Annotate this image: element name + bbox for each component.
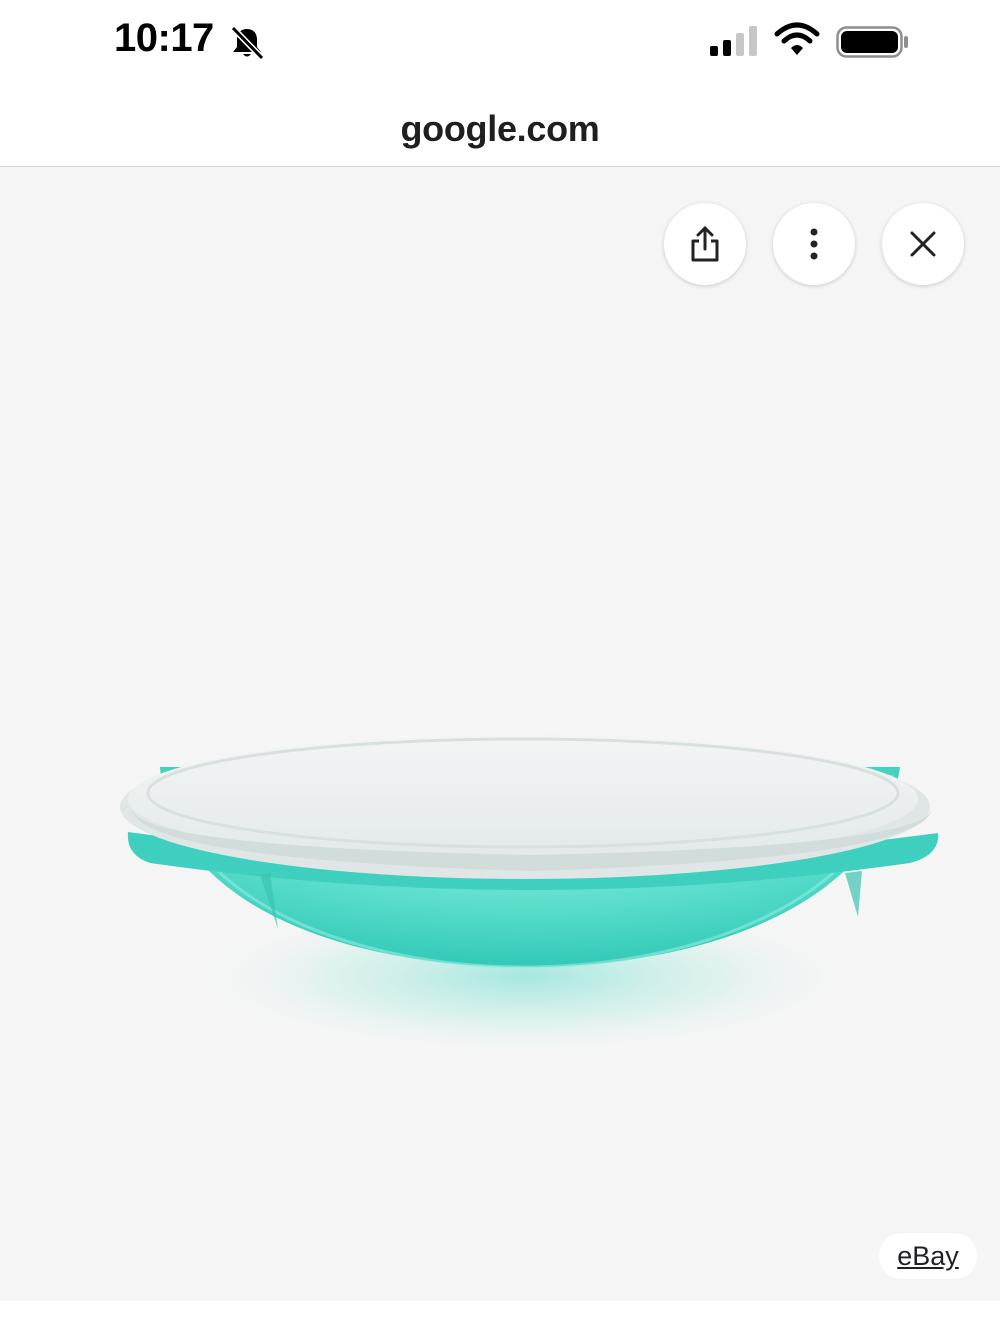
wifi-icon [774, 22, 820, 55]
image-viewer: eBay [0, 167, 1000, 1301]
address-bar[interactable]: google.com [0, 88, 1000, 167]
battery-icon [836, 26, 908, 58]
bell-slash-icon [230, 25, 265, 61]
source-label: eBay [897, 1240, 959, 1271]
more-options-button[interactable] [773, 203, 855, 285]
url-text: google.com [400, 108, 600, 149]
close-button[interactable] [882, 203, 964, 285]
status-bar: 10:17 [0, 0, 1000, 88]
share-button[interactable] [664, 203, 746, 285]
close-icon [910, 231, 936, 257]
status-time: 10:17 [114, 16, 214, 60]
cellular-signal-icon [710, 26, 757, 56]
source-link[interactable]: eBay [879, 1233, 977, 1279]
more-vertical-icon [810, 228, 818, 260]
bottom-strip [0, 1301, 1000, 1333]
product-image [120, 735, 939, 1055]
share-icon [691, 226, 719, 262]
